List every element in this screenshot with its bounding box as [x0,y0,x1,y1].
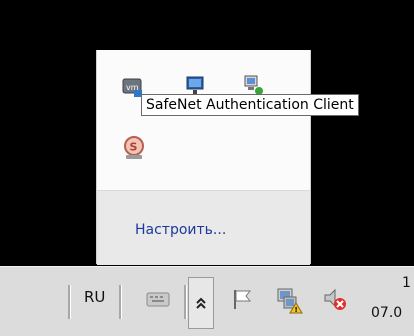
taskbar-divider [184,285,186,319]
volume-muted-icon[interactable] [322,286,348,312]
taskbar: RU ! 1 07.0 [0,266,414,336]
clock-date[interactable]: 07.0 [371,305,402,321]
tooltip: SafeNet Authentication Client [141,94,359,116]
action-center-flag-icon[interactable] [230,287,254,311]
svg-text:!: ! [295,306,298,314]
chevron-up-icon [196,297,206,309]
safenet-icon[interactable]: S [122,135,146,161]
notification-overflow-flyout: vm S SafeNet Authentication Client Настр… [96,50,359,265]
show-hidden-icons-button[interactable] [188,277,214,329]
taskbar-divider [119,285,121,319]
computer-network-icon[interactable] [242,74,264,96]
network-warning-icon[interactable]: ! [275,286,303,316]
svg-text:S: S [130,141,138,154]
flyout-footer: Настроить... [97,190,310,265]
language-indicator[interactable]: RU [84,288,105,306]
keyboard-icon[interactable] [145,287,171,311]
clock-time[interactable]: 1 [402,275,411,291]
network-icon[interactable] [185,74,207,96]
customize-link[interactable]: Настроить... [135,222,226,238]
hidden-icons-area: vm S [97,50,310,190]
taskbar-divider [68,285,70,319]
